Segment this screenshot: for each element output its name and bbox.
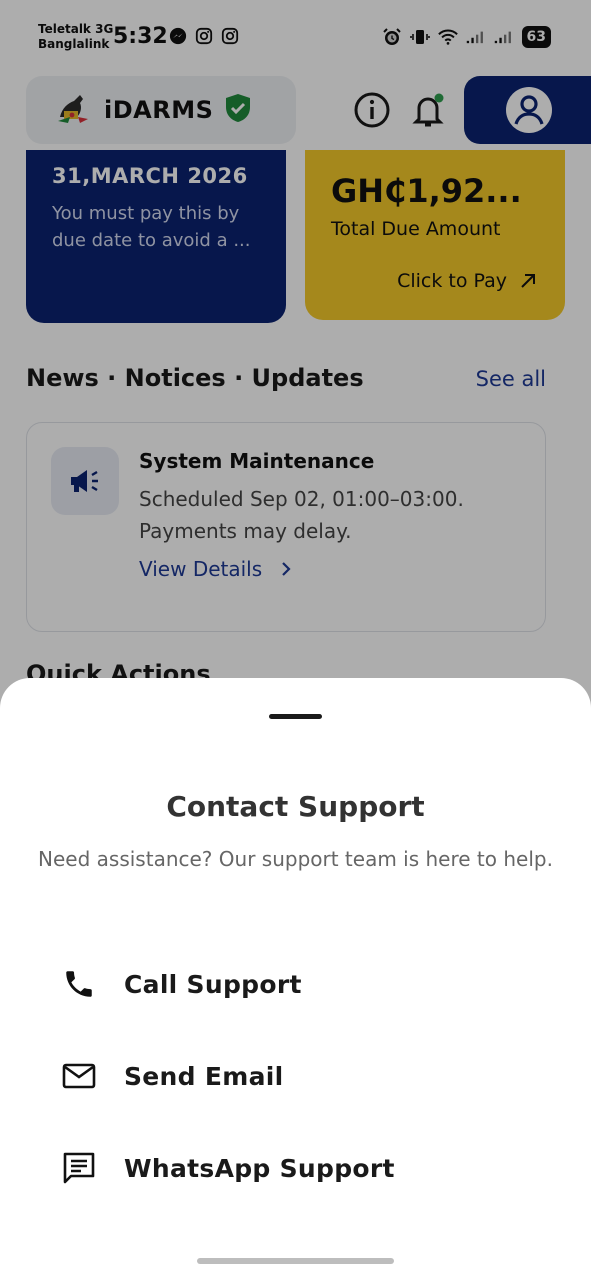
phone-icon	[60, 965, 98, 1003]
home-indicator[interactable]	[197, 1258, 394, 1264]
sheet-drag-handle[interactable]	[269, 714, 322, 719]
call-support-option[interactable]: Call Support	[0, 944, 591, 1024]
sheet-subtitle: Need assistance? Our support team is her…	[38, 847, 553, 871]
whatsapp-support-option[interactable]: WhatsApp Support	[0, 1128, 591, 1208]
send-email-label: Send Email	[124, 1061, 284, 1091]
chat-icon	[60, 1149, 98, 1187]
sheet-title: Contact Support	[166, 790, 425, 823]
whatsapp-support-label: WhatsApp Support	[124, 1153, 395, 1183]
call-support-label: Call Support	[124, 969, 302, 999]
contact-support-sheet: Contact Support Need assistance? Our sup…	[0, 678, 591, 1280]
email-icon	[60, 1057, 98, 1095]
send-email-option[interactable]: Send Email	[0, 1036, 591, 1116]
